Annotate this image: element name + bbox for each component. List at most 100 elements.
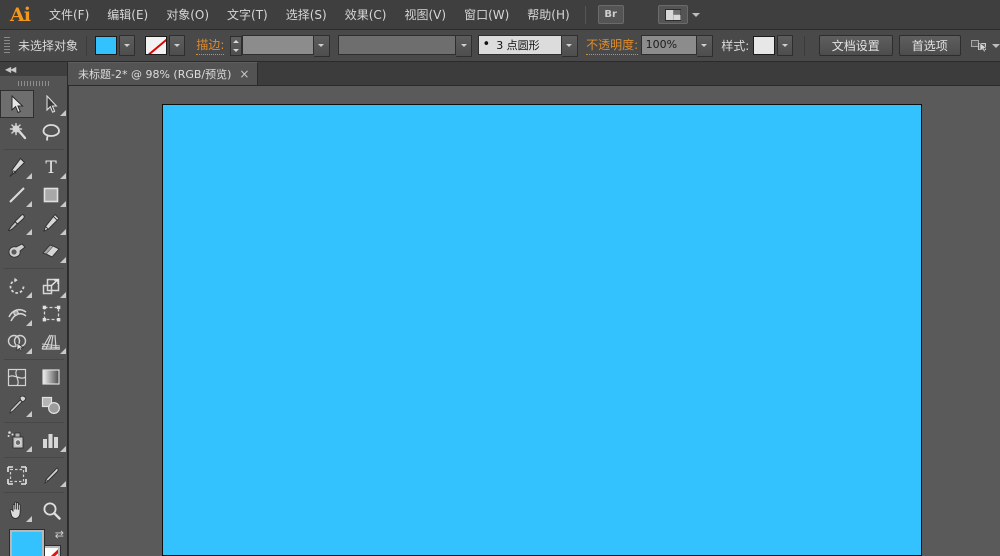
stroke-dropdown-icon[interactable] <box>168 35 185 56</box>
menu-effect[interactable]: 效果(C) <box>336 0 396 30</box>
menu-view[interactable]: 视图(V) <box>395 0 455 30</box>
magic-wand-tool[interactable] <box>0 118 34 146</box>
type-tool[interactable]: T <box>34 153 68 181</box>
hand-tool[interactable] <box>0 496 34 524</box>
tools-grid: T <box>0 90 68 524</box>
brush-bullet-icon: • <box>482 37 491 52</box>
free-transform-tool[interactable] <box>34 300 68 328</box>
flyout-indicator-icon <box>60 348 66 354</box>
flyout-indicator-icon <box>60 173 66 179</box>
menu-window[interactable]: 窗口(W) <box>455 0 518 30</box>
menu-type[interactable]: 文字(T) <box>218 0 277 30</box>
stroke-control[interactable] <box>144 35 185 56</box>
rotate-tool[interactable] <box>0 272 34 300</box>
stepper-up-icon <box>233 39 240 43</box>
stroke-weight-stepper[interactable] <box>230 35 242 56</box>
opacity-combo[interactable]: 100% <box>640 34 713 57</box>
opacity-dropdown-icon[interactable] <box>696 34 713 57</box>
arrange-documents-icon[interactable] <box>657 5 688 24</box>
paintbrush-tool[interactable] <box>0 209 34 237</box>
shape-builder-tool[interactable] <box>0 328 34 356</box>
brush-definition-dropdown-icon[interactable] <box>561 34 578 57</box>
select-similar-objects-icon[interactable] <box>970 39 1000 53</box>
artboard[interactable] <box>162 104 922 556</box>
flyout-indicator-icon <box>26 320 32 326</box>
blend-tool[interactable] <box>34 391 68 419</box>
document-tab-bar: 未标题-2* @ 98% (RGB/预览) × <box>68 62 1000 86</box>
stroke-swatch[interactable] <box>144 36 167 55</box>
slice-tool[interactable] <box>34 461 68 489</box>
tools-divider-4 <box>4 422 64 423</box>
stroke-weight-combo[interactable] <box>241 34 330 57</box>
stroke-profile-input[interactable] <box>338 34 457 55</box>
brush-definition-combo[interactable]: • 3 点圆形 <box>477 34 578 57</box>
stroke-profile-dropdown-icon[interactable] <box>456 34 473 57</box>
stroke-weight-label[interactable]: 描边: <box>196 36 225 55</box>
close-icon[interactable]: × <box>239 68 249 80</box>
menu-help[interactable]: 帮助(H) <box>518 0 578 30</box>
document-setup-button[interactable]: 文档设置 <box>818 35 893 56</box>
direct-selection-tool[interactable] <box>34 90 68 118</box>
stroke-profile-combo[interactable] <box>338 34 473 57</box>
document-tab[interactable]: 未标题-2* @ 98% (RGB/预览) × <box>68 62 259 85</box>
opacity-label[interactable]: 不透明度: <box>586 36 639 55</box>
blob-brush-tool[interactable] <box>0 237 34 265</box>
eraser-tool[interactable] <box>34 237 68 265</box>
symbol-sprayer-tool[interactable] <box>0 426 34 454</box>
brush-definition-value: 3 点圆形 <box>496 38 540 52</box>
zoom-tool[interactable] <box>34 496 68 524</box>
eyedropper-tool[interactable] <box>0 391 34 419</box>
perspective-grid-tool[interactable] <box>34 328 68 356</box>
swap-fill-stroke-icon[interactable]: ⇄ <box>55 528 64 541</box>
line-segment-tool[interactable] <box>0 181 34 209</box>
graphic-style-swatch[interactable] <box>752 36 775 55</box>
flyout-indicator-icon <box>60 110 66 116</box>
tools-divider-6 <box>4 492 64 493</box>
brush-definition-input[interactable]: • 3 点圆形 <box>477 34 562 55</box>
graphic-style-control[interactable] <box>752 35 793 56</box>
style-label: 样式: <box>721 39 750 53</box>
collapse-panel-icon[interactable]: ◀◀ <box>5 65 16 74</box>
lasso-tool[interactable] <box>34 118 68 146</box>
bridge-button[interactable]: Br <box>597 5 624 24</box>
select-similar-dropdown-icon[interactable] <box>991 43 1000 48</box>
tools-panel-grip[interactable] <box>0 76 67 90</box>
flyout-indicator-icon <box>26 516 32 522</box>
arrange-dropdown-icon[interactable] <box>691 12 700 17</box>
control-bar-grip[interactable] <box>4 36 10 55</box>
preferences-button[interactable]: 首选项 <box>898 35 961 56</box>
menu-object[interactable]: 对象(O) <box>157 0 218 30</box>
graphic-style-dropdown-icon[interactable] <box>776 35 793 56</box>
canvas-area[interactable] <box>68 86 1000 556</box>
mesh-tool[interactable] <box>0 363 34 391</box>
width-tool[interactable] <box>0 300 34 328</box>
menu-select[interactable]: 选择(S) <box>277 0 336 30</box>
fill-dropdown-icon[interactable] <box>119 35 135 56</box>
fill-control[interactable] <box>95 35 135 56</box>
flyout-indicator-icon <box>26 411 32 417</box>
opacity-input[interactable]: 100% <box>640 34 697 55</box>
document-tab-title: 未标题-2* @ 98% (RGB/预览) <box>78 68 232 81</box>
scale-tool[interactable] <box>34 272 68 300</box>
fill-color-box[interactable] <box>9 529 45 556</box>
gradient-tool[interactable] <box>34 363 68 391</box>
stroke-weight-input[interactable] <box>241 34 314 55</box>
flyout-indicator-icon <box>60 446 66 452</box>
flyout-indicator-icon <box>60 201 66 207</box>
selection-tool[interactable] <box>0 90 34 118</box>
app-logo-icon: Ai <box>10 3 31 26</box>
tools-panel-header[interactable]: ◀◀ <box>0 62 67 76</box>
pencil-tool[interactable] <box>34 209 68 237</box>
control-divider-1 <box>86 35 87 56</box>
pen-tool[interactable] <box>0 153 34 181</box>
flyout-indicator-icon <box>60 481 66 487</box>
menu-edit[interactable]: 编辑(E) <box>98 0 157 30</box>
menu-file[interactable]: 文件(F) <box>40 0 98 30</box>
rectangle-tool[interactable] <box>34 181 68 209</box>
column-graph-tool[interactable] <box>34 426 68 454</box>
artboard-tool[interactable] <box>0 461 34 489</box>
stroke-weight-dropdown-icon[interactable] <box>313 34 330 57</box>
canvas-left-edge <box>68 86 69 556</box>
fill-swatch[interactable] <box>95 36 117 55</box>
control-bar: 未选择对象 描边: • 3 点圆形 不透明度: 100% 样式: 文档设置 首选… <box>0 30 1000 62</box>
